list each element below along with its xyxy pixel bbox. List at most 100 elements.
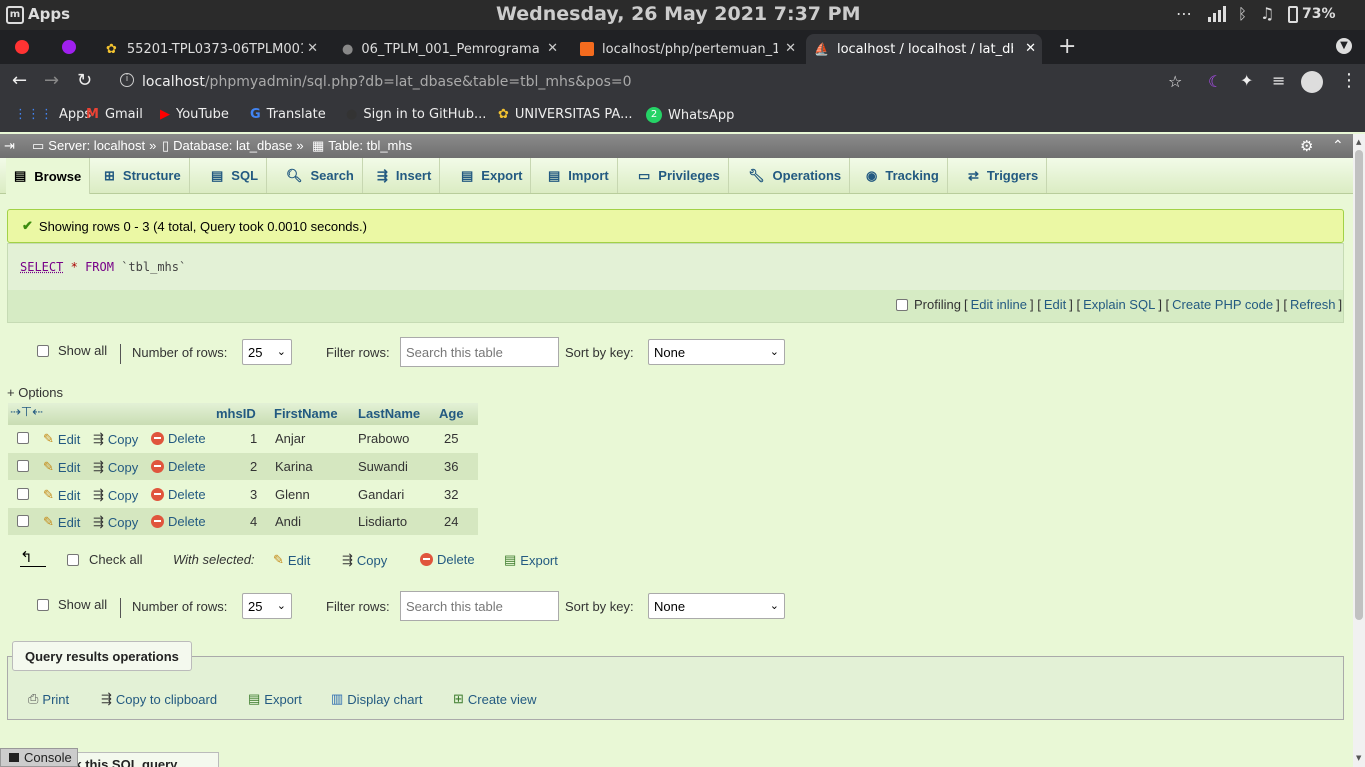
tab-sql[interactable]: ▤ SQL <box>203 158 268 193</box>
column-header-firstname[interactable]: FirstName <box>274 406 338 421</box>
column-header-lastname[interactable]: LastName <box>358 406 420 421</box>
console-tab[interactable]: Console <box>0 748 78 767</box>
rows-select[interactable]: 25 ⌄ <box>242 339 292 365</box>
scroll-up-icon[interactable]: ▲ <box>1356 138 1361 146</box>
reading-list-icon[interactable]: ≡ <box>1272 71 1285 90</box>
os-clock[interactable]: Wednesday, 26 May 2021 7:37 PM <box>496 3 860 25</box>
bookmark-github[interactable]: ● Sign in to GitHub... <box>346 107 486 122</box>
edit-sql-link[interactable]: Edit <box>1044 297 1066 312</box>
close-icon[interactable]: ✕ <box>785 41 796 56</box>
delete-row-button[interactable]: Delete <box>151 514 206 529</box>
settings-gear-icon[interactable]: ⚙ <box>1300 137 1313 155</box>
delete-row-button[interactable]: Delete <box>151 431 206 446</box>
edit-row-button[interactable]: ✎ Edit <box>43 487 80 503</box>
close-icon[interactable]: ✕ <box>547 41 558 56</box>
edit-row-button[interactable]: ✎ Edit <box>43 514 80 530</box>
new-tab-icon[interactable]: + <box>1058 34 1076 59</box>
sort-select[interactable]: None ⌄ <box>648 339 785 365</box>
delete-row-button[interactable]: Delete <box>151 487 206 502</box>
record-icon[interactable] <box>15 40 29 54</box>
tab-3-active[interactable]: ⛵ localhost / localhost / lat_dbase ✕ <box>806 34 1042 64</box>
edit-row-button[interactable]: ✎ Edit <box>43 459 80 475</box>
menu-dots-icon[interactable]: ⋮ <box>1340 70 1358 91</box>
collapse-up-icon[interactable]: ⌃ <box>1332 137 1344 154</box>
mint-logo-icon[interactable]: m <box>6 6 24 24</box>
scroll-thumb[interactable] <box>1355 150 1363 620</box>
copy-row-button[interactable]: ⇶ Copy <box>93 431 138 447</box>
check-all-checkbox[interactable] <box>67 554 79 566</box>
create-php-link[interactable]: Create PHP code <box>1172 297 1273 312</box>
page-scrollbar[interactable]: ▲ ▼ <box>1353 134 1365 767</box>
bulk-edit-button[interactable]: ✎ Edit <box>273 552 310 568</box>
explain-sql-link[interactable]: Explain SQL <box>1083 297 1155 312</box>
row-checkbox[interactable] <box>17 515 29 527</box>
collapse-nav-icon[interactable]: ⇥ <box>4 138 15 154</box>
export-results-button[interactable]: ▤ Export <box>248 691 302 707</box>
tab-structure[interactable]: ⊞ Structure <box>96 158 190 193</box>
close-icon[interactable]: ✕ <box>1025 41 1036 56</box>
check-all-label[interactable]: Check all <box>89 552 142 567</box>
table-row[interactable]: ✎ Edit ⇶ Copy Delete 3 Glenn Gandari 32 <box>8 481 478 508</box>
tab-browse[interactable]: ▤ Browse <box>6 158 91 194</box>
os-apps-label[interactable]: Apps <box>28 5 70 23</box>
column-resize-icon[interactable]: ⇢⊤⇠ <box>10 405 43 420</box>
table-row[interactable]: ✎ Edit ⇶ Copy Delete 2 Karina Suwandi 36 <box>8 453 478 480</box>
edit-row-button[interactable]: ✎ Edit <box>43 431 80 447</box>
bulk-delete-button[interactable]: Delete <box>420 552 475 567</box>
filter-input[interactable]: Search this table <box>400 337 559 367</box>
bulk-copy-button[interactable]: ⇶ Copy <box>342 552 387 568</box>
copy-row-button[interactable]: ⇶ Copy <box>93 514 138 530</box>
tab-privileges[interactable]: ▭ Privileges <box>630 158 729 193</box>
back-icon[interactable]: ← <box>12 70 27 91</box>
display-chart-button[interactable]: ▥ Display chart <box>331 691 422 707</box>
tab-operations[interactable]: 🔧︎ Operations <box>740 158 851 193</box>
bookmark-apps[interactable]: ⋮⋮⋮ Apps <box>14 107 91 122</box>
row-checkbox[interactable] <box>17 488 29 500</box>
tab-search[interactable]: 🔍︎ Search <box>278 158 363 193</box>
show-all-checkbox[interactable] <box>37 599 49 611</box>
bookmark-whatsapp[interactable]: 2 WhatsApp <box>646 107 734 123</box>
extension-tab-icon[interactable] <box>62 40 76 54</box>
forward-icon[interactable]: → <box>44 70 59 91</box>
column-header-age[interactable]: Age <box>439 406 464 421</box>
sort-select[interactable]: None ⌄ <box>648 593 785 619</box>
show-all-checkbox[interactable] <box>37 345 49 357</box>
breadcrumb-database[interactable]: ▯ Database: lat_dbase» <box>162 138 304 154</box>
print-button[interactable]: ⎙ Print <box>28 691 69 707</box>
battery-icon[interactable] <box>1288 6 1298 23</box>
tab-triggers[interactable]: ⇄ Triggers <box>960 158 1048 193</box>
tab-2[interactable]: localhost/php/pertemuan_12/ ✕ <box>572 34 802 64</box>
tab-0[interactable]: ✿ 55201-TPL0373-06TPLM001-2020 ✕ <box>96 34 324 64</box>
bulk-export-button[interactable]: ▤ Export <box>504 552 558 568</box>
rows-select[interactable]: 25 ⌄ <box>242 593 292 619</box>
reload-icon[interactable]: ↻ <box>77 70 92 91</box>
bookmark-youtube[interactable]: ▶ YouTube <box>160 107 229 122</box>
dark-reader-icon[interactable]: ☾ <box>1208 72 1222 91</box>
edit-inline-link[interactable]: Edit inline <box>971 297 1027 312</box>
tab-search-icon[interactable]: ▼ <box>1336 38 1352 54</box>
table-row[interactable]: ✎ Edit ⇶ Copy Delete 4 Andi Lisdiarto 24 <box>8 508 478 535</box>
info-icon[interactable]: i <box>120 73 134 87</box>
bluetooth-icon[interactable]: ᛒ <box>1238 5 1247 23</box>
sql-code-area[interactable]: SELECT * FROM `tbl_mhs` <box>8 244 1343 290</box>
close-icon[interactable]: ✕ <box>307 41 318 56</box>
refresh-link[interactable]: Refresh <box>1290 297 1336 312</box>
bookmark-translate[interactable]: G Translate <box>250 107 326 122</box>
profile-avatar[interactable] <box>1301 71 1323 93</box>
bookmark-universitas[interactable]: ✿ UNIVERSITAS PA... <box>498 107 632 122</box>
scroll-down-icon[interactable]: ▼ <box>1356 754 1361 762</box>
tab-tracking[interactable]: ◉ Tracking <box>858 158 948 193</box>
create-view-button[interactable]: ⊞ Create view <box>453 691 537 707</box>
star-icon[interactable]: ☆ <box>1168 72 1182 91</box>
sql-keyword[interactable]: SELECT <box>20 260 63 274</box>
copy-row-button[interactable]: ⇶ Copy <box>93 487 138 503</box>
row-checkbox[interactable] <box>17 460 29 472</box>
row-checkbox[interactable] <box>17 432 29 444</box>
profiling-checkbox[interactable] <box>896 298 908 311</box>
delete-row-button[interactable]: Delete <box>151 459 206 474</box>
filter-input[interactable]: Search this table <box>400 591 559 621</box>
extensions-icon[interactable]: ✦ <box>1240 71 1253 90</box>
copy-row-button[interactable]: ⇶ Copy <box>93 459 138 475</box>
tab-1[interactable]: ● 06_TPLM_001_Pemrograman_ ✕ <box>334 34 564 64</box>
breadcrumb-table[interactable]: ▦ Table: tbl_mhs <box>312 138 412 154</box>
